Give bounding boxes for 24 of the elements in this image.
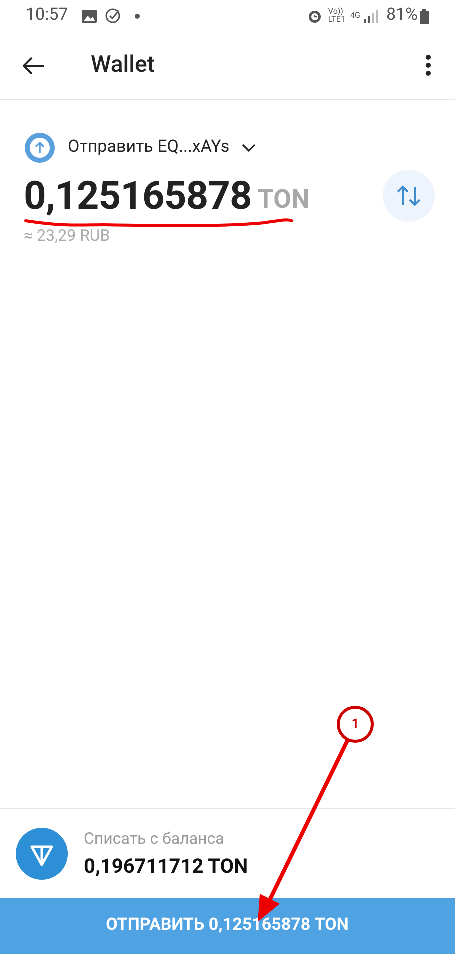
callout-number-badge: 1	[337, 706, 374, 743]
lte-label: LTE1	[328, 16, 346, 24]
chevron-down-icon	[242, 144, 256, 152]
app-title: Wallet	[91, 50, 155, 80]
fiat-equivalent: ≈ 23,29 RUB	[24, 225, 112, 247]
dot-icon	[135, 14, 140, 18]
battery-icon	[420, 8, 429, 24]
data-type-label: 4G	[350, 10, 360, 22]
status-time: 10:57	[26, 4, 68, 28]
volte-label: Vo))	[328, 8, 344, 16]
signal-icon	[364, 10, 378, 22]
amount-value: 0,125165878	[24, 178, 252, 214]
back-arrow-icon	[23, 56, 45, 74]
check-circle-icon	[105, 8, 122, 24]
currency-label: TON	[258, 184, 310, 216]
send-recipient-selector[interactable]: Отправить EQ...xAYs	[24, 132, 256, 164]
battery-percent: 81%	[386, 4, 418, 28]
source-label: Списать с баланса	[84, 828, 226, 850]
swap-arrows-icon	[395, 185, 423, 207]
diamond-logo-icon	[16, 828, 68, 880]
swap-currency-button[interactable]	[383, 170, 435, 222]
image-icon	[82, 10, 98, 22]
balance-value: 0,196711712 TON	[84, 852, 248, 880]
alarm-icon	[307, 8, 324, 24]
